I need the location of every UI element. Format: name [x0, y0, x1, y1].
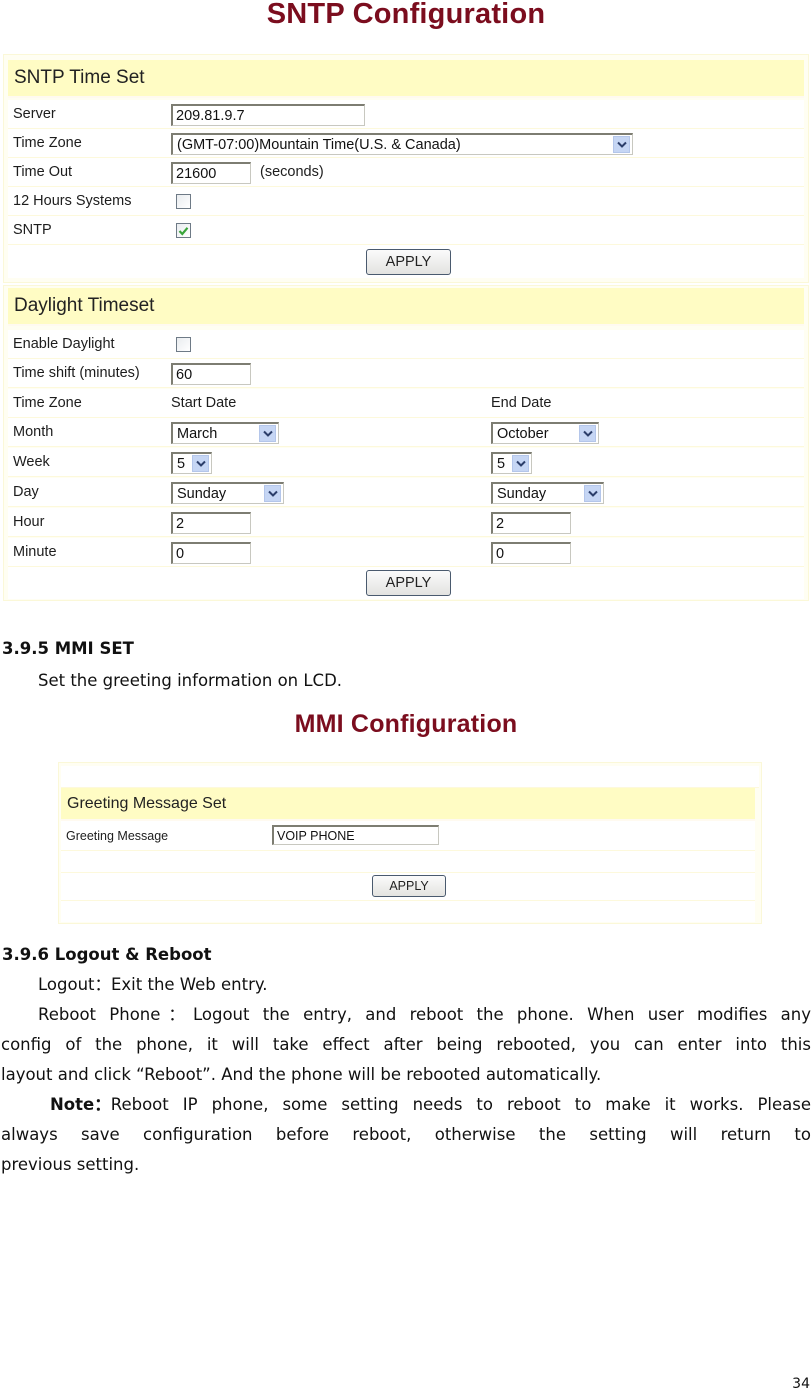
field-label: 12 Hours Systems	[13, 193, 132, 209]
selected-value: 5	[497, 455, 506, 472]
time-out-row: Time Out (seconds)	[8, 158, 804, 187]
logout-description: Logout：Exit the Web entry.	[38, 975, 268, 994]
reboot-description-line3: layout and click “Reboot”. And the phone…	[1, 1065, 602, 1084]
greeting-message-panel: Greeting Message Set Greeting Message AP…	[58, 762, 762, 924]
chevron-down-icon[interactable]	[584, 485, 601, 502]
chevron-down-icon[interactable]	[579, 425, 596, 442]
column-header-row: Time Zone Start Date End Date	[8, 389, 804, 418]
start-minute-input[interactable]	[171, 542, 251, 564]
note-line1: Note： Reboot IP phone, some setting need…	[50, 1090, 811, 1120]
section-heading: SNTP Time Set	[8, 60, 804, 98]
sntp-checkbox[interactable]	[176, 223, 191, 238]
field-label: Day	[13, 484, 39, 500]
daylight-timeset-panel: Daylight Timeset Enable Daylight Time sh…	[3, 285, 809, 601]
enable-daylight-checkbox[interactable]	[176, 337, 191, 352]
sntp-config-title: SNTP Configuration	[266, 0, 546, 30]
daylight-apply-button[interactable]: APPLY	[366, 570, 451, 596]
chevron-down-icon[interactable]	[264, 485, 281, 502]
apply-row: APPLY	[8, 567, 804, 599]
time-zone-row: Time Zone (GMT-07:00)Mountain Time(U.S. …	[8, 129, 804, 158]
server-row: Server	[8, 100, 804, 129]
spacer-row	[61, 766, 759, 788]
chevron-down-icon[interactable]	[512, 455, 529, 472]
note-label: Note：	[50, 1095, 111, 1114]
mmi-config-title: MMI Configuration	[294, 710, 518, 738]
start-hour-input[interactable]	[171, 512, 251, 534]
note-text: Reboot IP phone, some setting needs to r…	[110, 1095, 811, 1114]
apply-row: APPLY	[61, 873, 755, 901]
spacer-row	[61, 901, 755, 922]
time-shift-row: Time shift (minutes)	[8, 359, 804, 388]
start-month-select[interactable]: March	[171, 422, 279, 444]
server-input[interactable]	[171, 104, 365, 126]
end-hour-input[interactable]	[491, 512, 571, 534]
end-week-select[interactable]: 5	[491, 452, 532, 474]
field-label: Time Zone	[13, 135, 82, 151]
field-label: Hour	[13, 514, 45, 530]
selected-value: October	[497, 425, 549, 442]
field-label: Month	[13, 424, 54, 440]
chevron-down-icon[interactable]	[259, 425, 276, 442]
reboot-description-line2: config of the phone, it will take effect…	[1, 1035, 811, 1054]
time-out-input[interactable]	[171, 162, 251, 184]
end-month-select[interactable]: October	[491, 422, 599, 444]
start-day-select[interactable]: Sunday	[171, 482, 284, 504]
section-heading: Greeting Message Set	[61, 788, 755, 821]
month-row: Month March October	[8, 418, 804, 447]
note-line2: always save configuration before reboot,…	[1, 1125, 811, 1144]
hour-row: Hour	[8, 508, 804, 537]
time-zone-select[interactable]: (GMT-07:00)Mountain Time(U.S. & Canada)	[171, 133, 633, 155]
field-label: Time Zone	[13, 395, 82, 411]
checkmark-icon	[178, 226, 189, 236]
field-label: SNTP	[13, 222, 52, 238]
apply-row: APPLY	[8, 245, 804, 278]
start-week-select[interactable]: 5	[171, 452, 212, 474]
field-label: Time shift (minutes)	[13, 365, 140, 381]
12-hours-row: 12 Hours Systems	[8, 187, 804, 216]
minute-row: Minute	[8, 538, 804, 567]
selected-value: 5	[177, 455, 186, 472]
reboot-description-line1: Reboot Phone：Logout the entry, and reboo…	[38, 1005, 811, 1024]
spacer-row	[61, 851, 755, 873]
selected-value: March	[177, 425, 218, 442]
12-hours-checkbox[interactable]	[176, 194, 191, 209]
time-shift-input[interactable]	[171, 363, 251, 385]
chevron-down-icon[interactable]	[192, 455, 209, 472]
field-label: Enable Daylight	[13, 336, 115, 352]
mmi-description: Set the greeting information on LCD.	[38, 671, 343, 690]
field-label: Time Out	[13, 164, 73, 180]
field-label: Server	[13, 106, 56, 122]
enable-daylight-row: Enable Daylight	[8, 330, 804, 359]
greeting-message-input[interactable]	[272, 825, 439, 845]
field-label: Greeting Message	[66, 829, 169, 843]
selected-value: Sunday	[177, 485, 227, 502]
selected-value: Sunday	[497, 485, 547, 502]
mmi-apply-button[interactable]: APPLY	[372, 875, 446, 897]
end-day-select[interactable]: Sunday	[491, 482, 604, 504]
note-line3: previous setting.	[1, 1155, 140, 1174]
chevron-down-icon[interactable]	[613, 136, 630, 153]
selected-value: (GMT-07:00)Mountain Time(U.S. & Canada)	[177, 136, 461, 153]
end-date-header: End Date	[491, 395, 552, 411]
page-number: 34	[792, 1376, 810, 1392]
unit-label: (seconds)	[260, 164, 324, 180]
field-label: Minute	[13, 544, 57, 560]
field-label: Week	[13, 454, 50, 470]
end-minute-input[interactable]	[491, 542, 571, 564]
section-heading: Daylight Timeset	[8, 288, 804, 326]
day-row: Day Sunday Sunday	[8, 478, 804, 507]
sntp-time-set-panel: SNTP Time Set Server Time Zone (GMT-07:0…	[3, 54, 809, 283]
section-heading-mmi-set: 3.9.5 MMI SET	[2, 639, 134, 658]
start-date-header: Start Date	[171, 395, 237, 411]
greeting-message-row: Greeting Message	[61, 821, 755, 851]
sntp-enable-row: SNTP	[8, 216, 804, 245]
section-heading-logout-reboot: 3.9.6 Logout & Reboot	[2, 945, 212, 964]
sntp-apply-button[interactable]: APPLY	[366, 249, 451, 275]
week-row: Week 5 5	[8, 448, 804, 477]
